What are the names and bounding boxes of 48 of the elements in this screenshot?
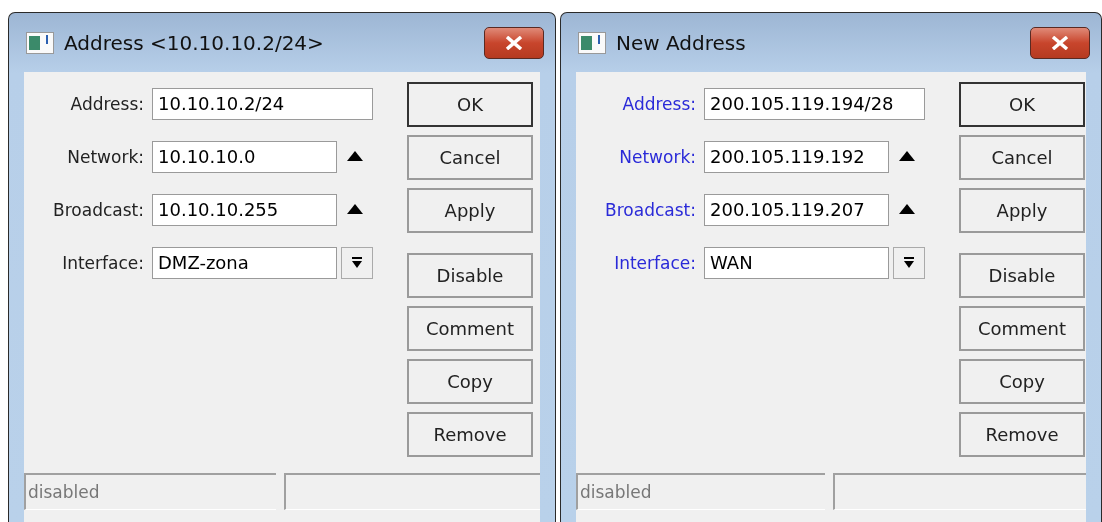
up-arrow-icon[interactable] (899, 150, 915, 163)
window-icon (26, 31, 54, 54)
dialog-button[interactable]: OK (407, 82, 533, 127)
dialog-button[interactable]: Apply (407, 188, 533, 233)
text-field[interactable]: 10.10.10.2/24 (152, 87, 373, 120)
close-icon (505, 35, 523, 50)
field-label: Network: (618, 146, 697, 167)
status-text: disabled (24, 473, 277, 510)
window-title: Address <10.10.10.2/24> (64, 30, 325, 55)
status-text: disabled (576, 473, 826, 510)
text-field[interactable]: 200.105.119.192 (704, 140, 889, 173)
dialog-button[interactable]: Disable (407, 253, 533, 298)
up-arrow-icon[interactable] (899, 203, 915, 216)
up-arrow-icon[interactable] (347, 203, 363, 216)
dialog-button[interactable]: Comment (407, 306, 533, 351)
dialog-button[interactable]: OK (959, 82, 1085, 127)
text-field[interactable]: 10.10.10.255 (152, 193, 337, 226)
dropdown-button[interactable] (341, 246, 373, 279)
dropdown-field[interactable]: WAN (704, 246, 889, 279)
window-icon (578, 31, 606, 54)
field-label: Interface: (61, 252, 145, 273)
text-field[interactable]: 200.105.119.207 (704, 193, 889, 226)
dialog-button[interactable]: Cancel (407, 135, 533, 180)
dropdown-button[interactable] (893, 246, 925, 279)
text-field[interactable]: 10.10.10.0 (152, 140, 337, 173)
dialog-button[interactable]: Remove (959, 412, 1085, 457)
dialog-button[interactable]: Cancel (959, 135, 1085, 180)
window-title: New Address (616, 30, 747, 55)
dialog-button[interactable]: Copy (959, 359, 1085, 404)
up-arrow-icon[interactable] (347, 150, 363, 163)
field-label: Interface: (613, 252, 697, 273)
field-label: Broadcast: (604, 199, 697, 220)
down-arrow-icon (903, 256, 915, 269)
field-label: Network: (66, 146, 145, 167)
text-field[interactable]: 200.105.119.194/28 (704, 87, 925, 120)
close-button[interactable] (1030, 26, 1090, 59)
dialog-button[interactable]: Disable (959, 253, 1085, 298)
field-label: Address: (621, 93, 697, 114)
dialog-button[interactable]: Comment (959, 306, 1085, 351)
close-button[interactable] (484, 26, 544, 59)
dropdown-field[interactable]: DMZ-zona (152, 246, 337, 279)
close-icon (1051, 35, 1069, 50)
dialog-button[interactable]: Copy (407, 359, 533, 404)
field-label: Address: (69, 93, 145, 114)
down-arrow-icon (351, 256, 363, 269)
dialog-button[interactable]: Remove (407, 412, 533, 457)
dialog-button[interactable]: Apply (959, 188, 1085, 233)
field-label: Broadcast: (52, 199, 145, 220)
